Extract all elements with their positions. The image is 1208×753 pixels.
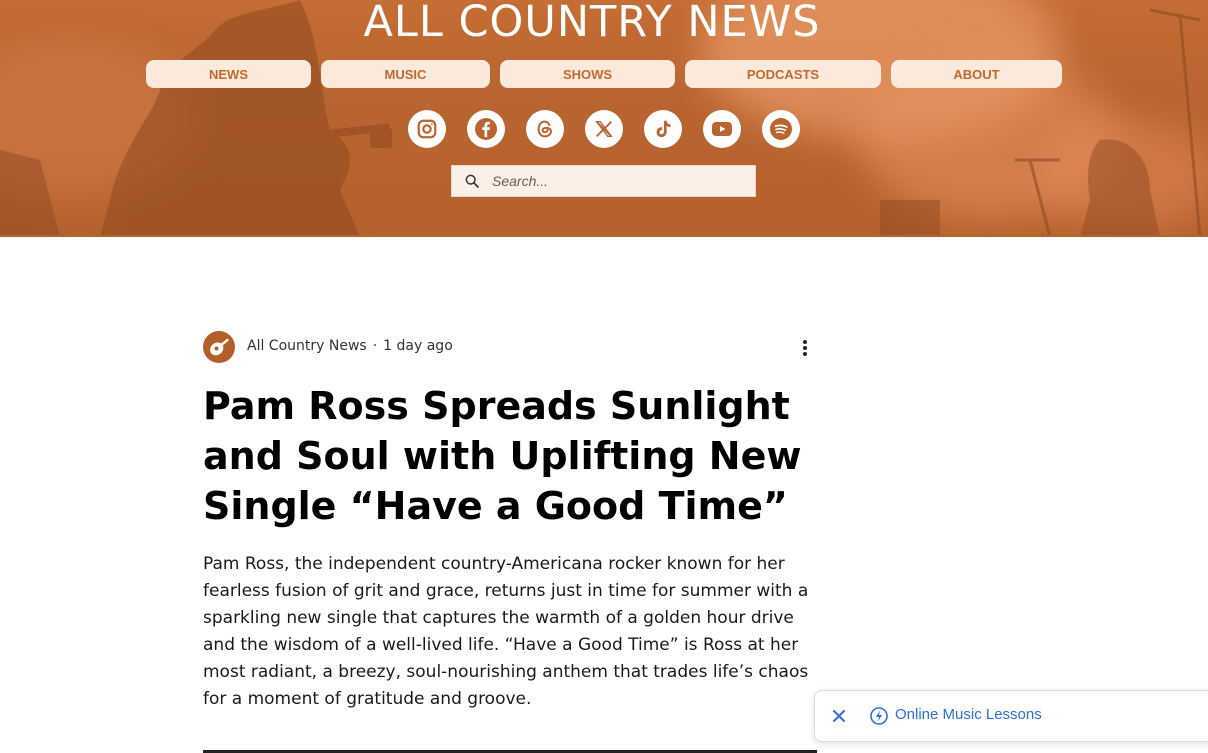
tiktok-icon[interactable] xyxy=(644,110,682,148)
article-title: Pam Ross Spreads Sunlight and Soul with … xyxy=(203,384,802,528)
author-avatar[interactable] xyxy=(203,331,235,363)
x-icon[interactable] xyxy=(585,110,623,148)
meta-separator: · xyxy=(372,338,378,354)
search-bar[interactable]: Search... xyxy=(451,165,756,197)
site-header: ALL COUNTRY NEWS NEWS MUSIC SHOWS PODCAS… xyxy=(0,0,1208,237)
nav-music[interactable]: MUSIC xyxy=(321,60,490,88)
instagram-icon[interactable] xyxy=(408,110,446,148)
site-logo[interactable]: ALL COUNTRY NEWS xyxy=(340,0,844,44)
publish-time: 1 day ago xyxy=(383,338,453,354)
threads-icon[interactable] xyxy=(526,110,564,148)
search-input[interactable]: Search... xyxy=(492,173,548,189)
more-icon-dot xyxy=(803,340,807,344)
more-icon-dot xyxy=(803,346,807,350)
facebook-icon[interactable] xyxy=(467,110,505,148)
article-meta: All Country News · 1 day ago xyxy=(247,338,453,354)
nav-podcasts[interactable]: PODCASTS xyxy=(685,60,881,88)
nav-about[interactable]: ABOUT xyxy=(891,60,1062,88)
article-body: Pam Ross, the independent country-Americ… xyxy=(203,554,809,709)
guitar-logo-icon xyxy=(210,338,229,356)
author-name[interactable]: All Country News xyxy=(247,338,367,354)
more-actions-button[interactable] xyxy=(797,337,813,359)
more-icon-dot xyxy=(803,352,807,356)
nav-shows[interactable]: SHOWS xyxy=(500,60,675,88)
nav-news[interactable]: NEWS xyxy=(146,60,311,88)
close-icon[interactable] xyxy=(829,706,849,726)
spotify-icon[interactable] xyxy=(762,110,800,148)
header-divider xyxy=(0,235,1208,237)
youtube-icon[interactable] xyxy=(703,110,741,148)
promo-toast: Online Music Lessons xyxy=(814,690,1208,742)
search-icon xyxy=(465,174,479,188)
online-music-lessons-link[interactable]: Online Music Lessons xyxy=(895,706,1042,723)
lightning-icon xyxy=(870,707,888,725)
